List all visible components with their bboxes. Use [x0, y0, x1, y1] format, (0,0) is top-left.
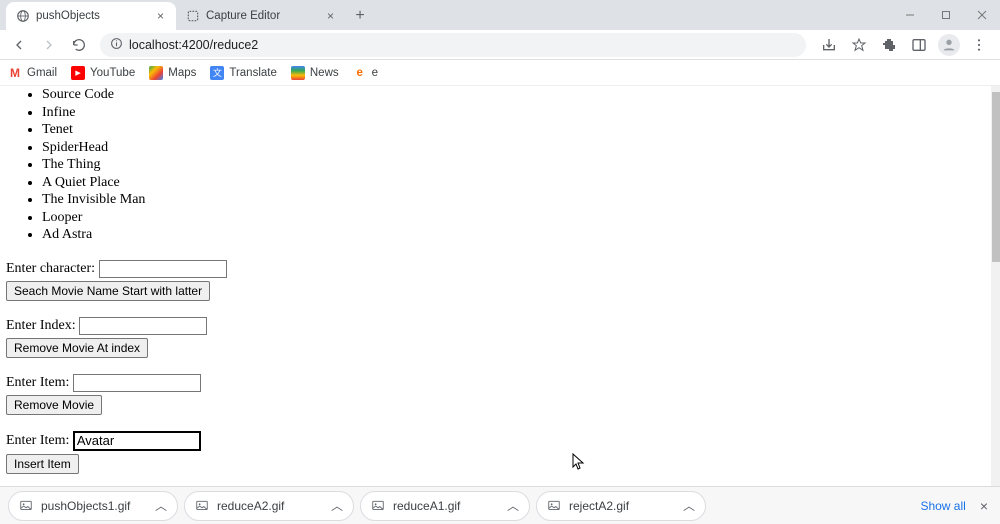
- chevron-up-icon[interactable]: ︿: [155, 497, 167, 514]
- search-char-form: Enter character: Seach Movie Name Start …: [6, 260, 985, 301]
- tab-close-icon[interactable]: ×: [319, 9, 334, 23]
- kebab-menu-icon[interactable]: [968, 34, 990, 56]
- bookmark-gmail[interactable]: MGmail: [8, 66, 57, 80]
- index-input[interactable]: [79, 317, 207, 335]
- list-item: Source Code: [42, 86, 985, 104]
- tab-close-icon[interactable]: ×: [149, 9, 164, 23]
- youtube-icon: ▶: [71, 66, 85, 80]
- insert-item-button[interactable]: Insert Item: [6, 454, 79, 474]
- remove-at-index-form: Enter Index: Remove Movie At index: [6, 317, 985, 358]
- reload-button[interactable]: [66, 32, 92, 58]
- list-item: Ad Astra: [42, 226, 985, 244]
- tab-capture-editor[interactable]: Capture Editor ×: [176, 2, 346, 30]
- capture-icon: [186, 9, 200, 23]
- browser-titlebar: pushObjects × Capture Editor × +: [0, 0, 1000, 30]
- tab-title: pushObjects: [36, 10, 100, 22]
- movies-list: Source Code Infine Tenet SpiderHead The …: [6, 86, 985, 244]
- image-file-icon: [371, 499, 385, 513]
- back-button[interactable]: [6, 32, 32, 58]
- maximize-button[interactable]: [928, 0, 964, 30]
- insert-item-form: Enter Item: Insert Item: [6, 431, 985, 474]
- index-label: Enter Index:: [6, 318, 76, 333]
- list-item: Looper: [42, 209, 985, 227]
- profile-avatar-icon[interactable]: [938, 34, 960, 56]
- list-item: The Thing: [42, 156, 985, 174]
- image-file-icon: [19, 499, 33, 513]
- search-by-letter-button[interactable]: Seach Movie Name Start with latter: [6, 281, 210, 301]
- remove-item-input[interactable]: [73, 374, 201, 392]
- page-content: Source Code Infine Tenet SpiderHead The …: [0, 86, 991, 486]
- list-item: SpiderHead: [42, 139, 985, 157]
- download-item[interactable]: reduceA2.gif ︿: [184, 491, 354, 521]
- close-download-shelf-icon[interactable]: ×: [976, 498, 992, 514]
- e-icon: e: [353, 66, 367, 80]
- bookmark-maps[interactable]: Maps: [149, 66, 196, 80]
- extensions-icon[interactable]: [878, 34, 900, 56]
- translate-icon: 文: [210, 66, 224, 80]
- image-file-icon: [195, 499, 209, 513]
- insert-item-label: Enter Item:: [6, 433, 69, 448]
- download-item[interactable]: pushObjects1.gif ︿: [8, 491, 178, 521]
- list-item: The Invisible Man: [42, 191, 985, 209]
- bookmark-news[interactable]: News: [291, 66, 339, 80]
- list-item: Infine: [42, 104, 985, 122]
- window-controls: [892, 0, 1000, 30]
- minimize-button[interactable]: [892, 0, 928, 30]
- address-bar-row: localhost:4200/reduce2: [0, 30, 1000, 60]
- bookmark-e[interactable]: ee: [353, 66, 378, 80]
- news-icon: [291, 66, 305, 80]
- download-filename: rejectA2.gif: [569, 499, 629, 513]
- forward-button[interactable]: [36, 32, 62, 58]
- chevron-up-icon[interactable]: ︿: [331, 497, 343, 514]
- sidepanel-icon[interactable]: [908, 34, 930, 56]
- remove-item-form: Enter Item: Remove Movie: [6, 374, 985, 415]
- bookmarks-bar: MGmail ▶YouTube Maps 文Translate News ee: [0, 60, 1000, 86]
- char-label: Enter character:: [6, 261, 95, 276]
- char-input[interactable]: [99, 260, 227, 278]
- scrollbar-thumb[interactable]: [992, 92, 1000, 262]
- chevron-up-icon[interactable]: ︿: [683, 497, 695, 514]
- list-item: A Quiet Place: [42, 174, 985, 192]
- show-all-downloads-link[interactable]: Show all: [920, 499, 965, 513]
- url-text: localhost:4200/reduce2: [129, 38, 258, 52]
- download-filename: reduceA2.gif: [217, 499, 284, 513]
- remove-movie-button[interactable]: Remove Movie: [6, 395, 102, 415]
- insert-item-input[interactable]: [73, 431, 201, 451]
- remove-item-label: Enter Item:: [6, 375, 69, 390]
- maps-icon: [149, 66, 163, 80]
- list-item: Tenet: [42, 121, 985, 139]
- tab-title: Capture Editor: [206, 10, 280, 22]
- bookmark-translate[interactable]: 文Translate: [210, 66, 277, 80]
- download-filename: reduceA1.gif: [393, 499, 460, 513]
- site-info-icon[interactable]: [110, 37, 123, 53]
- tab-pushobjects[interactable]: pushObjects ×: [6, 2, 176, 30]
- download-filename: pushObjects1.gif: [41, 499, 130, 513]
- close-window-button[interactable]: [964, 0, 1000, 30]
- share-icon[interactable]: [818, 34, 840, 56]
- new-tab-button[interactable]: +: [348, 4, 372, 28]
- download-item[interactable]: reduceA1.gif ︿: [360, 491, 530, 521]
- vertical-scrollbar[interactable]: [991, 86, 1000, 486]
- toolbar-icons: [814, 34, 994, 56]
- globe-icon: [16, 9, 30, 23]
- gmail-icon: M: [8, 66, 22, 80]
- image-file-icon: [547, 499, 561, 513]
- address-bar[interactable]: localhost:4200/reduce2: [100, 33, 806, 57]
- remove-at-index-button[interactable]: Remove Movie At index: [6, 338, 148, 358]
- tab-strip: pushObjects × Capture Editor × +: [0, 0, 372, 30]
- chevron-up-icon[interactable]: ︿: [507, 497, 519, 514]
- download-item[interactable]: rejectA2.gif ︿: [536, 491, 706, 521]
- page-viewport: Source Code Infine Tenet SpiderHead The …: [0, 86, 991, 486]
- bookmark-youtube[interactable]: ▶YouTube: [71, 66, 135, 80]
- bookmark-star-icon[interactable]: [848, 34, 870, 56]
- download-shelf: pushObjects1.gif ︿ reduceA2.gif ︿ reduce…: [0, 486, 1000, 524]
